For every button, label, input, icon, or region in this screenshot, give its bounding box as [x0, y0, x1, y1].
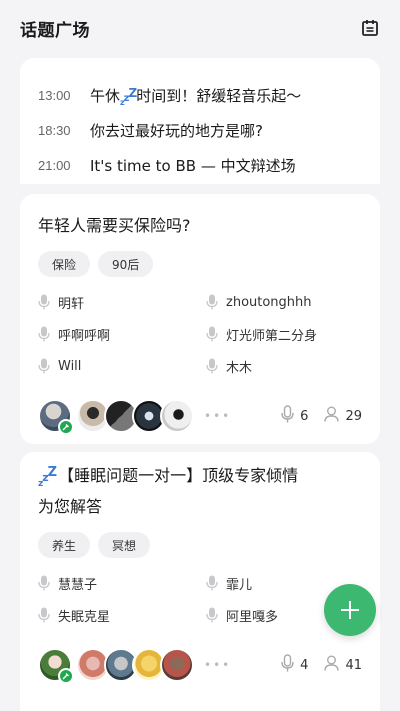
room-stats: 6 29 — [281, 405, 362, 427]
tag[interactable]: 90后 — [98, 251, 154, 277]
schedule-title: 你去过最好玩的地方是哪? — [90, 122, 263, 140]
sleep-zzz-icon: zzZ — [120, 86, 137, 107]
person-icon — [324, 406, 340, 426]
speaker-count: 6 — [281, 405, 308, 427]
speaker-item: zhoutonghhh — [206, 291, 374, 313]
speaker-list: 明轩 zhoutonghhh 呼啊呼啊 灯光师第二分身 Will 木木 — [38, 291, 362, 377]
room-card[interactable]: zzZ 【睡眠问题一对一】顶级专家倾情 为您解答 养生 冥想 慧慧子 霏儿 失眠克星… — [20, 452, 380, 711]
speaker-item: 明轩 — [38, 291, 206, 313]
plus-icon — [341, 601, 359, 619]
top-bar: 话题广场 — [0, 0, 400, 56]
schedule-card[interactable]: 13:00 午休zzZ时间到！舒缓轻音乐起～ 18:30 你去过最好玩的地方是哪… — [20, 58, 380, 184]
microphone-icon — [206, 575, 218, 591]
speaker-item: 木木 — [206, 355, 374, 377]
person-icon — [324, 655, 340, 675]
host-mic-badge-icon — [58, 668, 74, 684]
schedule-item[interactable]: 21:00 It's time to BB — 中文辩述场 — [38, 148, 362, 183]
microphone-icon — [206, 326, 218, 342]
room-footer: ••• 6 29 — [38, 399, 362, 435]
schedule-item[interactable]: 18:30 你去过最好玩的地方是哪? — [38, 113, 362, 148]
microphone-icon — [38, 294, 50, 310]
microphone-icon — [38, 358, 50, 374]
schedule-time: 13:00 — [38, 88, 71, 103]
host-mic-badge-icon — [58, 419, 74, 435]
room-title: zzZ 【睡眠问题一对一】顶级专家倾情 为您解答 — [38, 465, 299, 516]
schedule-time: 21:00 — [38, 158, 71, 173]
calendar-icon[interactable] — [360, 18, 380, 38]
avatar-group[interactable]: ••• — [38, 648, 232, 684]
microphone-icon — [206, 294, 218, 310]
microphone-icon — [38, 575, 50, 591]
speaker-list: 慧慧子 霏儿 失眠克星 阿里嘎多 — [38, 572, 362, 626]
schedule-time: 18:30 — [38, 123, 71, 138]
speaker-item: Will — [38, 355, 206, 377]
microphone-icon — [38, 607, 50, 623]
listener-count: 29 — [324, 406, 362, 426]
tag[interactable]: 养生 — [38, 532, 91, 558]
room-tags: 保险 90后 — [38, 251, 362, 277]
host-avatar[interactable] — [38, 399, 74, 435]
speaker-item: 慧慧子 — [38, 572, 206, 594]
speaker-count: 4 — [281, 654, 308, 676]
avatar[interactable] — [160, 399, 194, 433]
listener-count: 41 — [324, 655, 362, 675]
room-tags: 养生 冥想 — [38, 532, 362, 558]
room-title: 年轻人需要买保险吗? — [38, 216, 191, 235]
tag[interactable]: 冥想 — [98, 532, 151, 558]
more-dots-icon: ••• — [204, 409, 232, 423]
microphone-icon — [206, 607, 218, 623]
room-card[interactable]: 年轻人需要买保险吗? 保险 90后 明轩 zhoutonghhh 呼啊呼啊 灯光… — [20, 194, 380, 444]
microphone-outline-icon — [281, 654, 294, 676]
microphone-icon — [206, 358, 218, 374]
speaker-item: 失眠克星 — [38, 604, 206, 626]
schedule-title: 午休zzZ时间到！舒缓轻音乐起～ — [90, 86, 302, 107]
create-room-button[interactable] — [324, 584, 376, 636]
microphone-icon — [38, 326, 50, 342]
avatar-group[interactable]: ••• — [38, 399, 232, 435]
schedule-title: It's time to BB — 中文辩述场 — [90, 157, 296, 175]
sleep-zzz-icon: zzZ — [38, 465, 57, 489]
room-stats: 4 41 — [281, 654, 362, 676]
speaker-item: 呼啊呼啊 — [38, 323, 206, 345]
tag[interactable]: 保险 — [38, 251, 91, 277]
schedule-item[interactable]: 13:00 午休zzZ时间到！舒缓轻音乐起～ — [38, 78, 362, 113]
microphone-outline-icon — [281, 405, 294, 427]
host-avatar[interactable] — [38, 648, 74, 684]
page-title: 话题广场 — [20, 20, 90, 41]
more-dots-icon: ••• — [204, 658, 232, 672]
room-footer: ••• 4 41 — [38, 648, 362, 684]
avatar[interactable] — [160, 648, 194, 682]
speaker-item: 灯光师第二分身 — [206, 323, 374, 345]
